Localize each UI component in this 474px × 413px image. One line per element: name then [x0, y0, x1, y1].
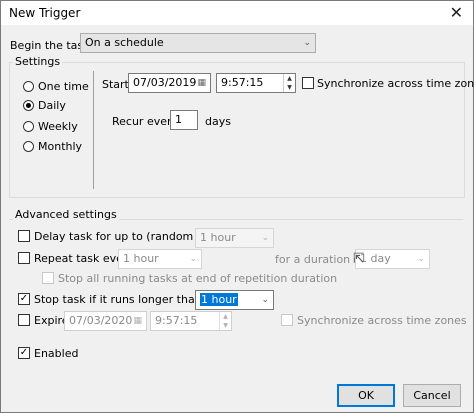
- start-time-spinner[interactable]: ▲ ▼: [283, 74, 295, 92]
- radio-monthly-label: Monthly: [38, 140, 83, 153]
- enabled-label: Enabled: [34, 347, 79, 360]
- new-trigger-dialog: New Trigger ✕ Begin the task: On a sched…: [0, 0, 474, 413]
- stop-if-longer-value: 1 hour: [200, 293, 238, 306]
- calendar-icon[interactable]: ▦: [197, 74, 206, 92]
- recur-every-value: 1: [175, 113, 182, 126]
- spin-down-icon[interactable]: ▼: [284, 83, 295, 92]
- radio-monthly[interactable]: [23, 141, 34, 152]
- recur-unit-label: days: [205, 115, 231, 128]
- expire-checkbox[interactable]: [18, 314, 30, 326]
- begin-task-value: On a schedule: [85, 36, 164, 49]
- advanced-settings-title: Advanced settings: [13, 208, 119, 221]
- check-icon: ✓: [19, 293, 29, 304]
- spin-up-icon[interactable]: ▲: [220, 312, 231, 321]
- radio-weekly[interactable]: [23, 121, 34, 132]
- spin-up-icon[interactable]: ▲: [284, 74, 295, 83]
- spin-down-icon[interactable]: ▼: [220, 321, 231, 330]
- stop-if-longer-dropdown[interactable]: 1 hour ⌄: [195, 290, 274, 310]
- duration-dropdown[interactable]: 1 day ⌄: [355, 249, 430, 269]
- stop-all-tasks-checkbox[interactable]: [42, 272, 54, 284]
- sync-time-zones-checkbox[interactable]: [302, 77, 314, 89]
- stop-if-longer-label: Stop task if it runs longer than:: [34, 293, 206, 306]
- radio-daily[interactable]: [23, 100, 34, 111]
- radio-daily-label: Daily: [38, 99, 66, 112]
- ok-button[interactable]: OK: [337, 384, 395, 407]
- repeat-task-checkbox[interactable]: [18, 252, 30, 264]
- chevron-down-icon: ⌄: [417, 254, 425, 264]
- expire-date-field[interactable]: 07/03/2020 ▦: [64, 311, 147, 331]
- start-date-field[interactable]: 07/03/2019 ▦: [128, 73, 211, 93]
- repeat-interval-dropdown[interactable]: 1 hour ⌄: [118, 249, 202, 269]
- repeat-interval-value: 1 hour: [123, 252, 159, 265]
- start-date-value: 07/03/2019: [133, 76, 197, 89]
- dialog-title: New Trigger: [9, 6, 81, 20]
- delay-task-checkbox[interactable]: [18, 230, 30, 242]
- settings-title: Settings: [13, 55, 63, 68]
- settings-divider: [93, 71, 94, 189]
- delay-dropdown[interactable]: 1 hour ⌄: [195, 228, 274, 248]
- cancel-button[interactable]: Cancel: [403, 384, 461, 407]
- expire-sync-label: Synchronize across time zones: [297, 314, 467, 327]
- start-time-field[interactable]: 9:57:15 ▲ ▼: [216, 73, 296, 93]
- chevron-down-icon: ⌄: [303, 38, 311, 48]
- expire-sync-checkbox[interactable]: [281, 314, 293, 326]
- calendar-icon[interactable]: ▦: [133, 312, 142, 330]
- sync-time-zones-label: Synchronize across time zones: [317, 77, 474, 90]
- start-time-value: 9:57:15: [221, 76, 264, 89]
- mouse-pointer-icon: ⇱: [353, 251, 365, 267]
- chevron-down-icon: ⌄: [261, 295, 269, 305]
- expire-time-field[interactable]: 9:57:15 ▲ ▼: [150, 311, 232, 331]
- title-bar: New Trigger ✕: [1, 1, 473, 25]
- begin-task-dropdown[interactable]: On a schedule ⌄: [80, 33, 316, 53]
- radio-one-time[interactable]: [23, 81, 34, 92]
- recur-every-input[interactable]: 1: [170, 110, 198, 130]
- radio-weekly-label: Weekly: [38, 120, 78, 133]
- stop-if-longer-checkbox[interactable]: ✓: [18, 293, 30, 305]
- expire-time-spinner[interactable]: ▲ ▼: [219, 312, 231, 330]
- expire-time-value: 9:57:15: [155, 314, 198, 327]
- chevron-down-icon: ⌄: [189, 254, 197, 264]
- radio-one-time-label: One time: [38, 80, 89, 93]
- check-icon: ✓: [19, 347, 29, 358]
- close-icon[interactable]: ✕: [450, 3, 463, 22]
- delay-value: 1 hour: [200, 231, 236, 244]
- enabled-checkbox[interactable]: ✓: [18, 347, 30, 359]
- chevron-down-icon: ⌄: [261, 233, 269, 243]
- expire-date-value: 07/03/2020: [69, 314, 133, 327]
- stop-all-tasks-label: Stop all running tasks at end of repetit…: [58, 272, 338, 285]
